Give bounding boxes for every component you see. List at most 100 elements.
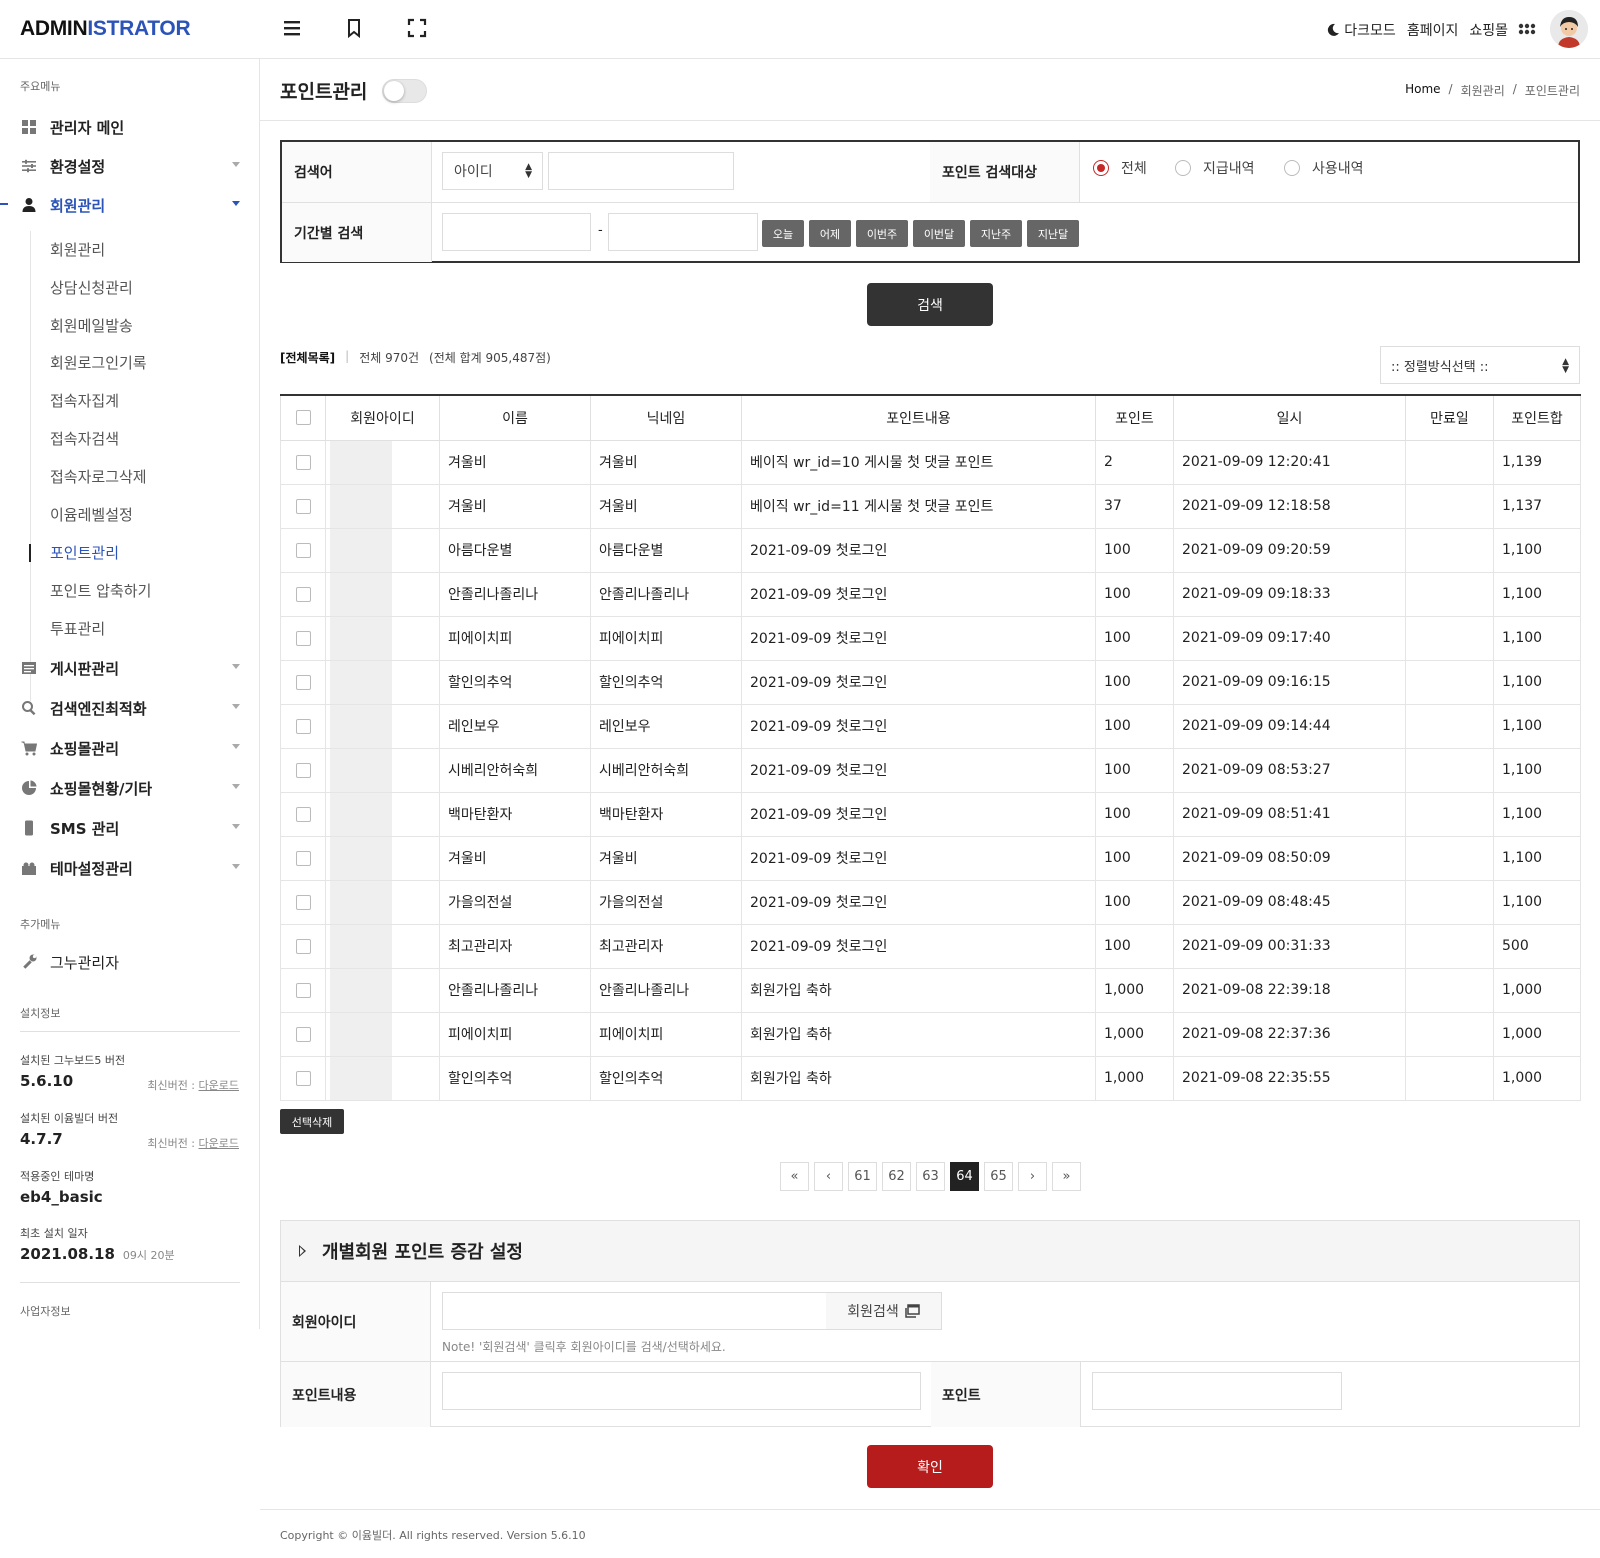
bookmark-icon[interactable]	[344, 18, 366, 40]
breadcrumb-member[interactable]: 회원관리	[1461, 82, 1505, 99]
homepage-link[interactable]: 홈페이지	[1407, 20, 1459, 40]
today-button[interactable]: 오늘	[762, 220, 804, 247]
sort-select[interactable]: :: 정렬방식선택 :: ▲ ▼	[1380, 346, 1580, 384]
breadcrumb-home[interactable]: Home	[1405, 82, 1440, 99]
row-checkbox[interactable]	[295, 806, 311, 822]
all-list-link[interactable]: [전체목록]	[280, 349, 335, 366]
sidebar-item-sms[interactable]: SMS 관리	[20, 816, 240, 840]
page-63[interactable]: 63	[916, 1162, 945, 1191]
confirm-button[interactable]: 확인	[867, 1445, 993, 1488]
row-checkbox[interactable]	[295, 982, 311, 998]
submenu-point-compress[interactable]: 포인트 압축하기	[50, 580, 151, 601]
sidebar-item-gnu-admin[interactable]: 그누관리자	[20, 950, 240, 974]
member-id-redacted[interactable]	[330, 836, 392, 879]
member-id-redacted[interactable]	[330, 1056, 392, 1099]
submenu-visit-stats[interactable]: 접속자집계	[50, 390, 119, 411]
apps-grid-icon[interactable]	[1518, 21, 1536, 43]
member-id-redacted[interactable]	[330, 792, 392, 835]
submenu-login-log[interactable]: 회원로그인기록	[50, 352, 147, 373]
last-page-button[interactable]: »	[1052, 1162, 1081, 1191]
next-page-button[interactable]: ›	[1018, 1162, 1047, 1191]
first-page-button[interactable]: «	[780, 1162, 809, 1191]
member-id-redacted[interactable]	[330, 572, 392, 615]
submenu-point-manage[interactable]: 포인트관리	[50, 542, 119, 563]
member-id-redacted[interactable]	[330, 616, 392, 659]
page-61[interactable]: 61	[848, 1162, 877, 1191]
last-week-button[interactable]: 지난주	[970, 220, 1022, 247]
member-id-redacted[interactable]	[330, 748, 392, 791]
radio-used[interactable]: 사용내역	[1284, 158, 1364, 178]
row-checkbox[interactable]	[295, 498, 311, 514]
last-month-button[interactable]: 지난달	[1027, 220, 1079, 247]
member-id-redacted[interactable]	[330, 1012, 392, 1055]
start-date-input[interactable]	[442, 213, 591, 251]
row-checkbox[interactable]	[295, 1070, 311, 1086]
member-id-redacted[interactable]	[330, 440, 392, 483]
row-checkbox[interactable]	[295, 674, 311, 690]
radio-earned[interactable]: 지급내역	[1175, 158, 1255, 178]
content-cell: 베이직 wr_id=10 게시물 첫 댓글 포인트	[741, 440, 1096, 485]
page-62[interactable]: 62	[882, 1162, 911, 1191]
submenu-member-manage[interactable]: 회원관리	[50, 239, 105, 260]
avatar[interactable]	[1550, 10, 1588, 48]
row-checkbox[interactable]	[295, 454, 311, 470]
submenu-visit-search[interactable]: 접속자검색	[50, 428, 119, 449]
row-checkbox[interactable]	[295, 894, 311, 910]
submenu-member-mail[interactable]: 회원메일발송	[50, 315, 133, 336]
member-id-redacted[interactable]	[330, 968, 392, 1011]
sidebar-item-shop[interactable]: 쇼핑몰관리	[20, 736, 240, 760]
shopping-mall-link[interactable]: 쇼핑몰	[1469, 20, 1508, 40]
member-id-redacted[interactable]	[330, 880, 392, 923]
page-64-current[interactable]: 64	[950, 1162, 979, 1191]
member-id-redacted[interactable]	[330, 528, 392, 571]
sidebar-item-seo[interactable]: 검색엔진최적화	[20, 696, 240, 720]
sidebar-item-member[interactable]: 회원관리	[20, 193, 240, 217]
member-id-redacted[interactable]	[330, 484, 392, 527]
end-date-input[interactable]	[608, 213, 758, 251]
radio-all[interactable]: 전체	[1093, 158, 1147, 178]
row-checkbox[interactable]	[295, 938, 311, 954]
row-checkbox[interactable]	[295, 762, 311, 778]
help-toggle[interactable]	[382, 79, 427, 103]
row-checkbox[interactable]	[295, 1026, 311, 1042]
point-input[interactable]	[1092, 1372, 1342, 1410]
page-65[interactable]: 65	[984, 1162, 1013, 1191]
prev-page-button[interactable]: ‹	[814, 1162, 843, 1191]
eyoom-download-link[interactable]: 다운로드	[199, 1137, 239, 1150]
row-checkbox[interactable]	[295, 542, 311, 558]
submenu-visit-log-delete[interactable]: 접속자로그삭제	[50, 466, 147, 487]
logo[interactable]: ADMINISTRATOR	[20, 17, 191, 41]
sidebar-item-shop-status[interactable]: 쇼핑몰현황/기타	[20, 776, 240, 800]
keyword-input[interactable]	[548, 152, 734, 190]
member-id-input[interactable]	[442, 1292, 827, 1330]
row-checkbox[interactable]	[295, 718, 311, 734]
search-button[interactable]: 검색	[867, 283, 993, 326]
this-month-button[interactable]: 이번달	[913, 220, 965, 247]
sidebar-item-board[interactable]: 게시판관리	[20, 656, 240, 680]
menu-icon[interactable]	[282, 18, 304, 40]
member-search-button[interactable]: 회원검색	[826, 1292, 942, 1330]
dark-mode-toggle[interactable]: 다크모드	[1326, 20, 1396, 40]
sidebar-item-theme[interactable]: 테마설정관리	[20, 856, 240, 880]
submenu-level-settings[interactable]: 이윰레벨설정	[50, 504, 133, 525]
submenu-consult[interactable]: 상담신청관리	[50, 277, 133, 298]
member-id-redacted[interactable]	[330, 660, 392, 703]
fullscreen-icon[interactable]	[407, 18, 429, 40]
sidebar-item-settings[interactable]: 환경설정	[20, 154, 240, 178]
gnuboard-download-link[interactable]: 다운로드	[199, 1079, 239, 1092]
sidebar-item-admin-main[interactable]: 관리자 메인	[20, 115, 240, 139]
submenu-poll-manage[interactable]: 투표관리	[50, 618, 105, 639]
search-field-select[interactable]: 아이디 ▲ ▼	[442, 152, 543, 190]
business-info-label[interactable]: 사업자정보	[20, 1303, 71, 1319]
member-id-redacted[interactable]	[330, 704, 392, 747]
row-checkbox[interactable]	[295, 586, 311, 602]
delete-selected-button[interactable]: 선택삭제	[280, 1109, 344, 1134]
point-content-input[interactable]	[442, 1372, 921, 1410]
row-checkbox[interactable]	[295, 850, 311, 866]
member-id-redacted[interactable]	[330, 924, 392, 967]
yesterday-button[interactable]: 어제	[809, 220, 851, 247]
row-checkbox[interactable]	[295, 630, 311, 646]
individual-point-header[interactable]: 개별회원 포인트 증감 설정	[281, 1221, 1579, 1282]
this-week-button[interactable]: 이번주	[856, 220, 908, 247]
select-all-checkbox[interactable]	[295, 410, 311, 426]
